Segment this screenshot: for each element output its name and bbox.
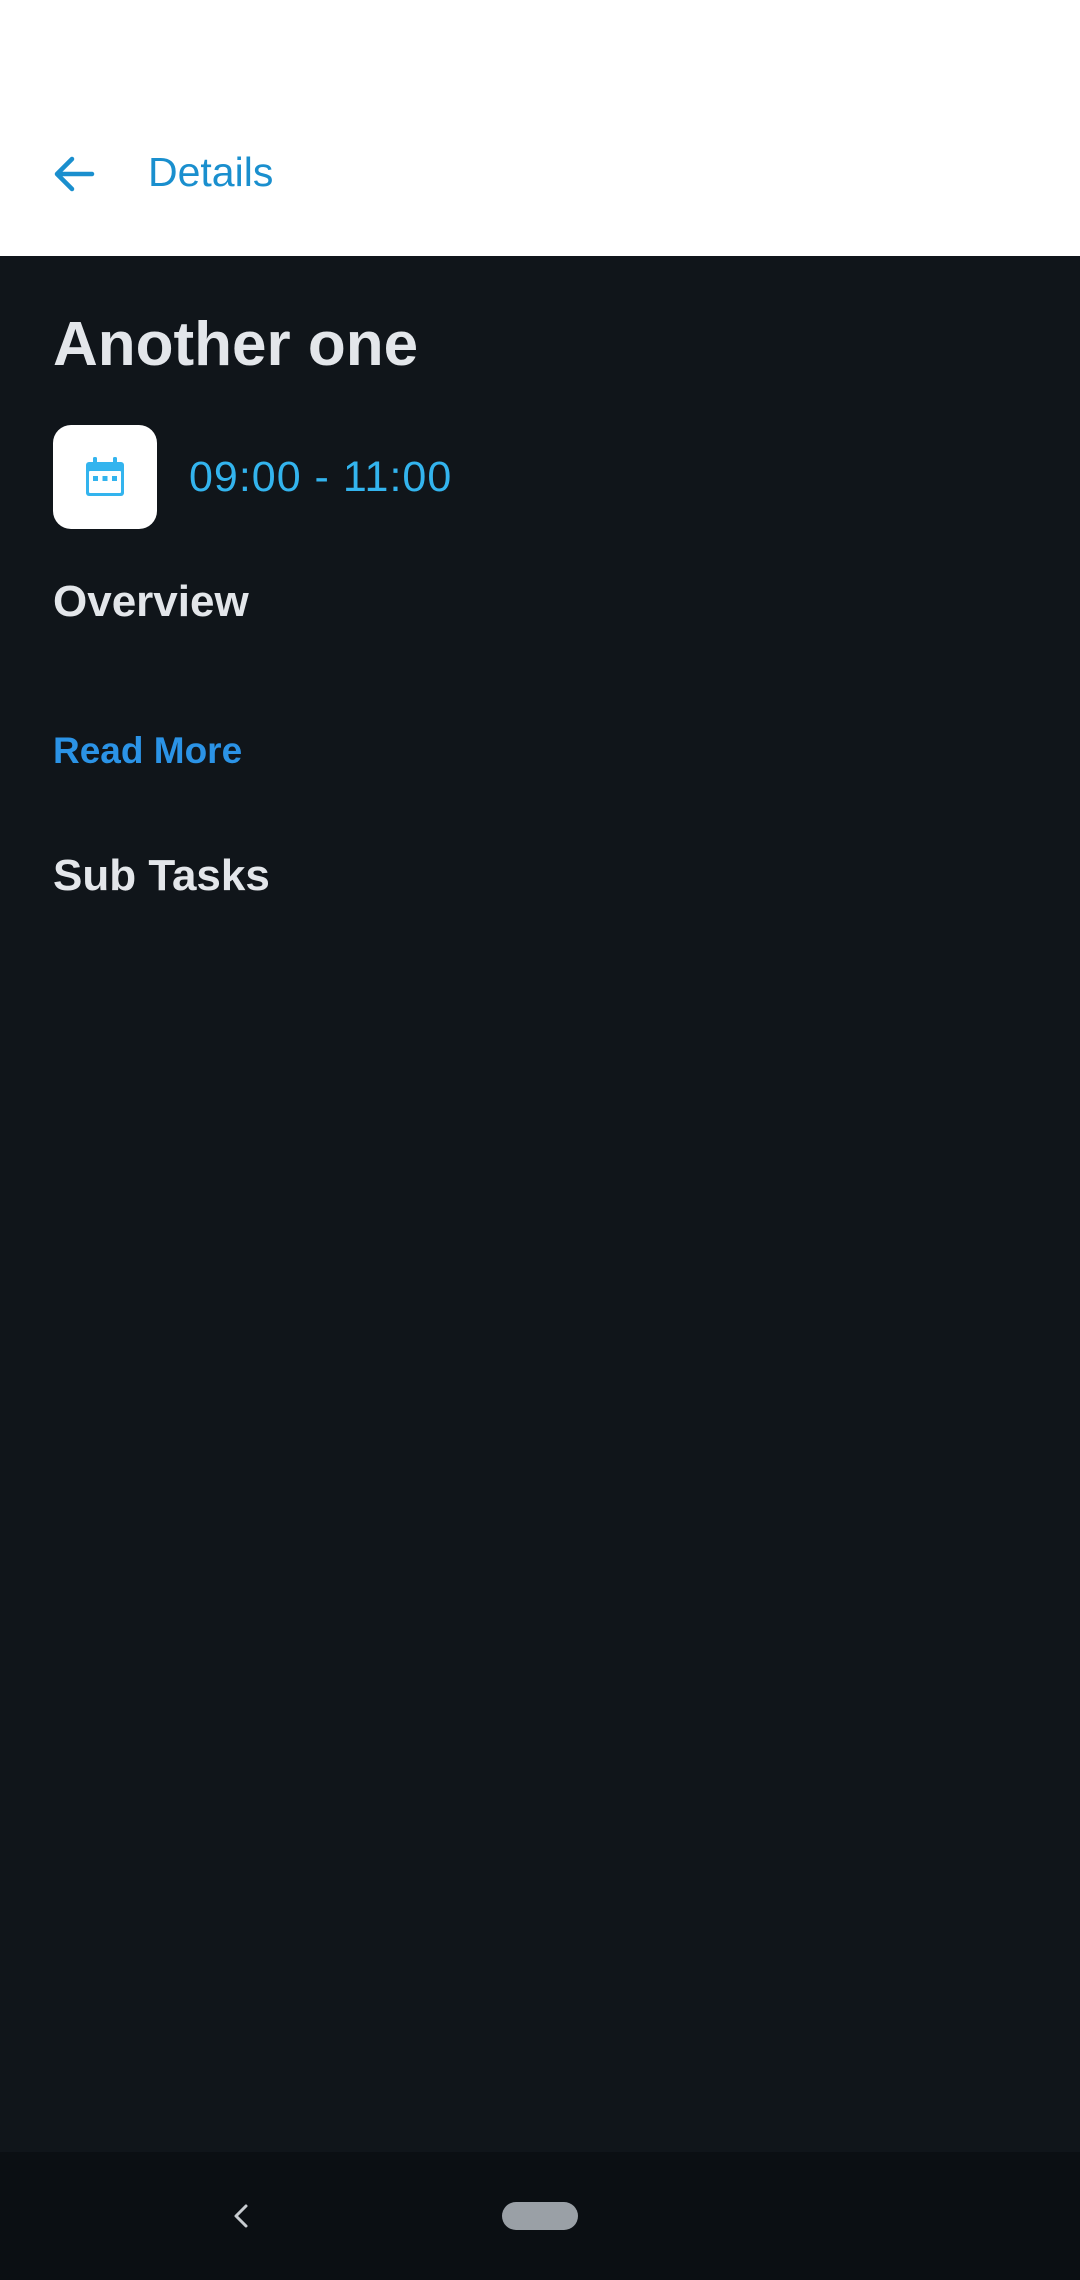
- read-more-link[interactable]: Read More: [53, 728, 242, 774]
- time-row: 09:00 - 11:00: [53, 425, 452, 529]
- overview-heading: Overview: [53, 577, 249, 626]
- details-screen: Details Another one 09:00 - 11:00 Overvi…: [0, 0, 1080, 2280]
- home-pill-icon[interactable]: [502, 2202, 578, 2230]
- arrow-left-icon: [54, 156, 95, 192]
- system-nav-bar: [0, 2152, 1080, 2280]
- app-bar: Details: [0, 0, 1080, 256]
- chevron-left-icon: [234, 2204, 248, 2228]
- system-back-button[interactable]: [218, 2192, 266, 2240]
- time-range: 09:00 - 11:00: [189, 453, 453, 501]
- task-title: Another one: [53, 310, 419, 379]
- back-button[interactable]: [36, 128, 112, 220]
- calendar-icon: [86, 457, 124, 496]
- subtasks-heading: Sub Tasks: [53, 851, 270, 900]
- page-title: Details: [148, 149, 274, 195]
- calendar-button[interactable]: [53, 425, 157, 529]
